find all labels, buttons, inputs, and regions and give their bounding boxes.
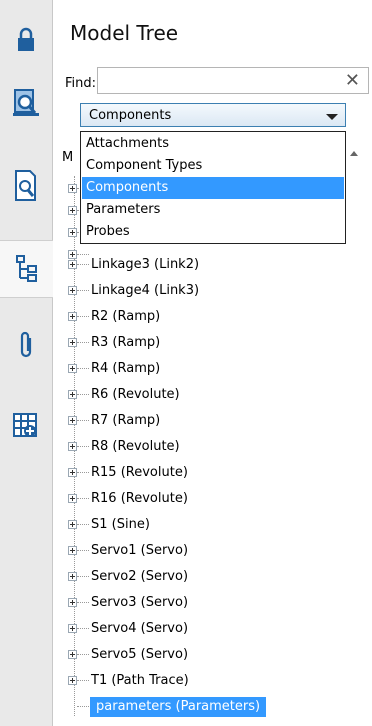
expand-icon[interactable] bbox=[68, 494, 77, 503]
clear-icon[interactable]: ✕ bbox=[345, 70, 360, 92]
tree-item-label: Servo5 (Servo) bbox=[91, 647, 189, 662]
tree-item-label: T1 (Path Trace) bbox=[91, 673, 189, 688]
expand-icon[interactable] bbox=[68, 546, 77, 555]
lock-icon[interactable] bbox=[0, 12, 51, 68]
tree-item-label: R4 (Ramp) bbox=[91, 361, 161, 376]
inspect-model-icon[interactable] bbox=[0, 74, 51, 130]
expand-icon[interactable] bbox=[68, 390, 77, 399]
expand-icon[interactable] bbox=[68, 598, 77, 607]
scroll-up-arrow-icon[interactable] bbox=[350, 151, 358, 156]
expand-icon[interactable] bbox=[68, 312, 77, 321]
filter-select[interactable]: Components bbox=[80, 103, 346, 127]
attachment-icon[interactable] bbox=[0, 318, 51, 374]
table-plus-icon[interactable] bbox=[0, 398, 51, 454]
tree-item-label: Linkage4 (Link3) bbox=[91, 283, 200, 298]
expand-icon[interactable] bbox=[68, 260, 77, 269]
tree-item-label: R15 (Revolute) bbox=[91, 465, 188, 480]
dropdown-option-probes[interactable]: Probes bbox=[82, 221, 344, 243]
dropdown-option-components[interactable]: Components bbox=[82, 177, 344, 199]
left-toolbar bbox=[0, 0, 53, 726]
tree-item-label: Linkage3 (Link2) bbox=[91, 257, 200, 272]
model-tree-icon[interactable] bbox=[0, 240, 53, 298]
filter-selected-value: Components bbox=[89, 108, 172, 123]
dropdown-option-attachments[interactable]: Attachments bbox=[82, 133, 344, 155]
tree-item-label: R2 (Ramp) bbox=[91, 309, 161, 324]
dropdown-option-component-types[interactable]: Component Types bbox=[82, 155, 344, 177]
tree-item-label: R6 (Revolute) bbox=[91, 387, 180, 402]
expand-icon[interactable] bbox=[68, 206, 77, 215]
expand-icon[interactable] bbox=[68, 286, 77, 295]
expand-icon[interactable] bbox=[68, 520, 77, 529]
tree-item-label: R7 (Ramp) bbox=[91, 413, 161, 428]
find-label: Find: bbox=[65, 76, 97, 91]
expand-icon[interactable] bbox=[68, 676, 77, 685]
tree-header: M bbox=[62, 150, 74, 165]
filter-dropdown: Attachments Component Types Components P… bbox=[80, 131, 346, 244]
tree-item-label: Servo2 (Servo) bbox=[91, 569, 189, 584]
chevron-down-icon[interactable] bbox=[326, 114, 338, 120]
tree-item-label: R3 (Ramp) bbox=[91, 335, 161, 350]
tree-item-label: Servo4 (Servo) bbox=[91, 621, 189, 636]
expand-icon[interactable] bbox=[68, 416, 77, 425]
expand-icon[interactable] bbox=[68, 364, 77, 373]
tree-item-label: R8 (Revolute) bbox=[91, 439, 180, 454]
tree-item-label: Servo1 (Servo) bbox=[91, 543, 189, 558]
expand-icon[interactable] bbox=[68, 572, 77, 581]
expand-icon[interactable] bbox=[68, 624, 77, 633]
panel-title: Model Tree bbox=[70, 21, 179, 45]
tree-item-label: S1 (Sine) bbox=[91, 517, 150, 532]
expand-icon[interactable] bbox=[68, 442, 77, 451]
search-document-icon[interactable] bbox=[0, 158, 51, 214]
expand-icon[interactable] bbox=[68, 338, 77, 347]
find-input[interactable]: ✕ bbox=[97, 67, 369, 94]
expand-icon[interactable] bbox=[68, 228, 77, 237]
expand-icon[interactable] bbox=[68, 184, 77, 193]
expand-icon[interactable] bbox=[68, 650, 77, 659]
tree-item-label: Servo3 (Servo) bbox=[91, 595, 189, 610]
tree-item-label: parameters (Parameters) bbox=[90, 697, 267, 717]
dropdown-option-parameters[interactable]: Parameters bbox=[82, 199, 344, 221]
expand-icon[interactable] bbox=[68, 250, 77, 259]
tree-item-label: R16 (Revolute) bbox=[91, 491, 188, 506]
expand-icon[interactable] bbox=[68, 468, 77, 477]
